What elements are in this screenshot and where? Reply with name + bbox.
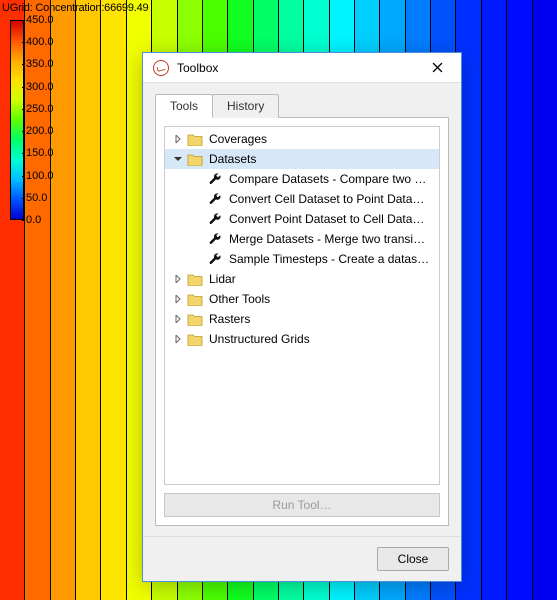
chevron-down-icon[interactable] [171, 152, 185, 166]
legend-tick: 300.0 [26, 81, 54, 93]
tree-folder[interactable]: Unstructured Grids [165, 329, 439, 349]
legend-tick: 250.0 [26, 103, 54, 115]
wrench-icon [207, 172, 223, 186]
tabstrip: Tools History [155, 93, 449, 117]
tree-item-label: Convert Cell Dataset to Point Data… [229, 192, 424, 206]
chevron-right-icon[interactable] [171, 312, 185, 326]
legend-tick: 100.0 [26, 170, 54, 182]
tree-folder[interactable]: Other Tools [165, 289, 439, 309]
stripe [533, 0, 557, 600]
tree-tool[interactable]: Sample Timesteps - Create a datas… [165, 249, 439, 269]
legend-tick: 200.0 [26, 125, 54, 137]
legend-ticks: 450.0400.0350.0300.0250.0200.0150.0100.0… [26, 20, 80, 220]
tree-tool[interactable]: Merge Datasets - Merge two transi… [165, 229, 439, 249]
chevron-right-icon[interactable] [171, 272, 185, 286]
legend-tick: 0.0 [26, 214, 41, 226]
run-tool-button: Run Tool… [164, 493, 440, 517]
tree-item-label: Compare Datasets - Compare two … [229, 172, 426, 186]
dataset-label: UGrid: Concentration:66699.49 [2, 2, 148, 14]
tree-item-label: Convert Point Dataset to Cell Data… [229, 212, 424, 226]
toolbox-dialog: Toolbox Tools History CoveragesDatasetsC… [142, 52, 462, 582]
legend-tick: 400.0 [26, 36, 54, 48]
folder-icon [187, 272, 203, 286]
legend-tick: 450.0 [26, 14, 54, 26]
folder-icon [187, 312, 203, 326]
chevron-right-icon[interactable] [171, 332, 185, 346]
stripe [507, 0, 532, 600]
folder-icon [187, 132, 203, 146]
tree-item-label: Sample Timesteps - Create a datas… [229, 252, 429, 266]
legend-tick: 50.0 [26, 192, 47, 204]
tree-item-label: Merge Datasets - Merge two transi… [229, 232, 425, 246]
tree-tool[interactable]: Convert Cell Dataset to Point Data… [165, 189, 439, 209]
tree-folder[interactable]: Rasters [165, 309, 439, 329]
tree-item-label: Lidar [209, 272, 236, 286]
tool-tree[interactable]: Coverages Datasets Compare Datasets - Comp… [164, 126, 440, 485]
tree-tool[interactable]: Convert Point Dataset to Cell Data… [165, 209, 439, 229]
tree-item-label: Datasets [209, 152, 256, 166]
chevron-right-icon[interactable] [171, 132, 185, 146]
dialog-title: Toolbox [177, 61, 417, 75]
tree-item-label: Rasters [209, 312, 250, 326]
stripe [101, 0, 126, 600]
tab-history[interactable]: History [212, 94, 279, 118]
app-icon [153, 60, 169, 76]
legend-tick: 350.0 [26, 58, 54, 70]
folder-icon [187, 292, 203, 306]
tab-tools[interactable]: Tools [155, 94, 213, 118]
wrench-icon [207, 212, 223, 226]
wrench-icon [207, 232, 223, 246]
tree-folder[interactable]: Coverages [165, 129, 439, 149]
wrench-icon [207, 252, 223, 266]
color-legend: 450.0400.0350.0300.0250.0200.0150.0100.0… [10, 20, 80, 220]
dialog-footer: Close [143, 536, 461, 581]
legend-bar [10, 20, 24, 220]
tree-item-label: Other Tools [209, 292, 270, 306]
tree-folder[interactable]: Lidar [165, 269, 439, 289]
close-button[interactable]: Close [377, 547, 449, 571]
close-icon[interactable] [417, 54, 457, 82]
tree-tool[interactable]: Compare Datasets - Compare two … [165, 169, 439, 189]
tree-item-label: Coverages [209, 132, 267, 146]
titlebar[interactable]: Toolbox [143, 53, 461, 83]
wrench-icon [207, 192, 223, 206]
chevron-right-icon[interactable] [171, 292, 185, 306]
legend-tick: 150.0 [26, 147, 54, 159]
folder-icon [187, 152, 203, 166]
dialog-body: Tools History Coverages Datasets Compare D… [143, 83, 461, 536]
stripe [482, 0, 507, 600]
tree-item-label: Unstructured Grids [209, 332, 310, 346]
tab-panel-tools: Coverages Datasets Compare Datasets - Comp… [155, 117, 449, 526]
folder-icon [187, 332, 203, 346]
tree-folder[interactable]: Datasets [165, 149, 439, 169]
